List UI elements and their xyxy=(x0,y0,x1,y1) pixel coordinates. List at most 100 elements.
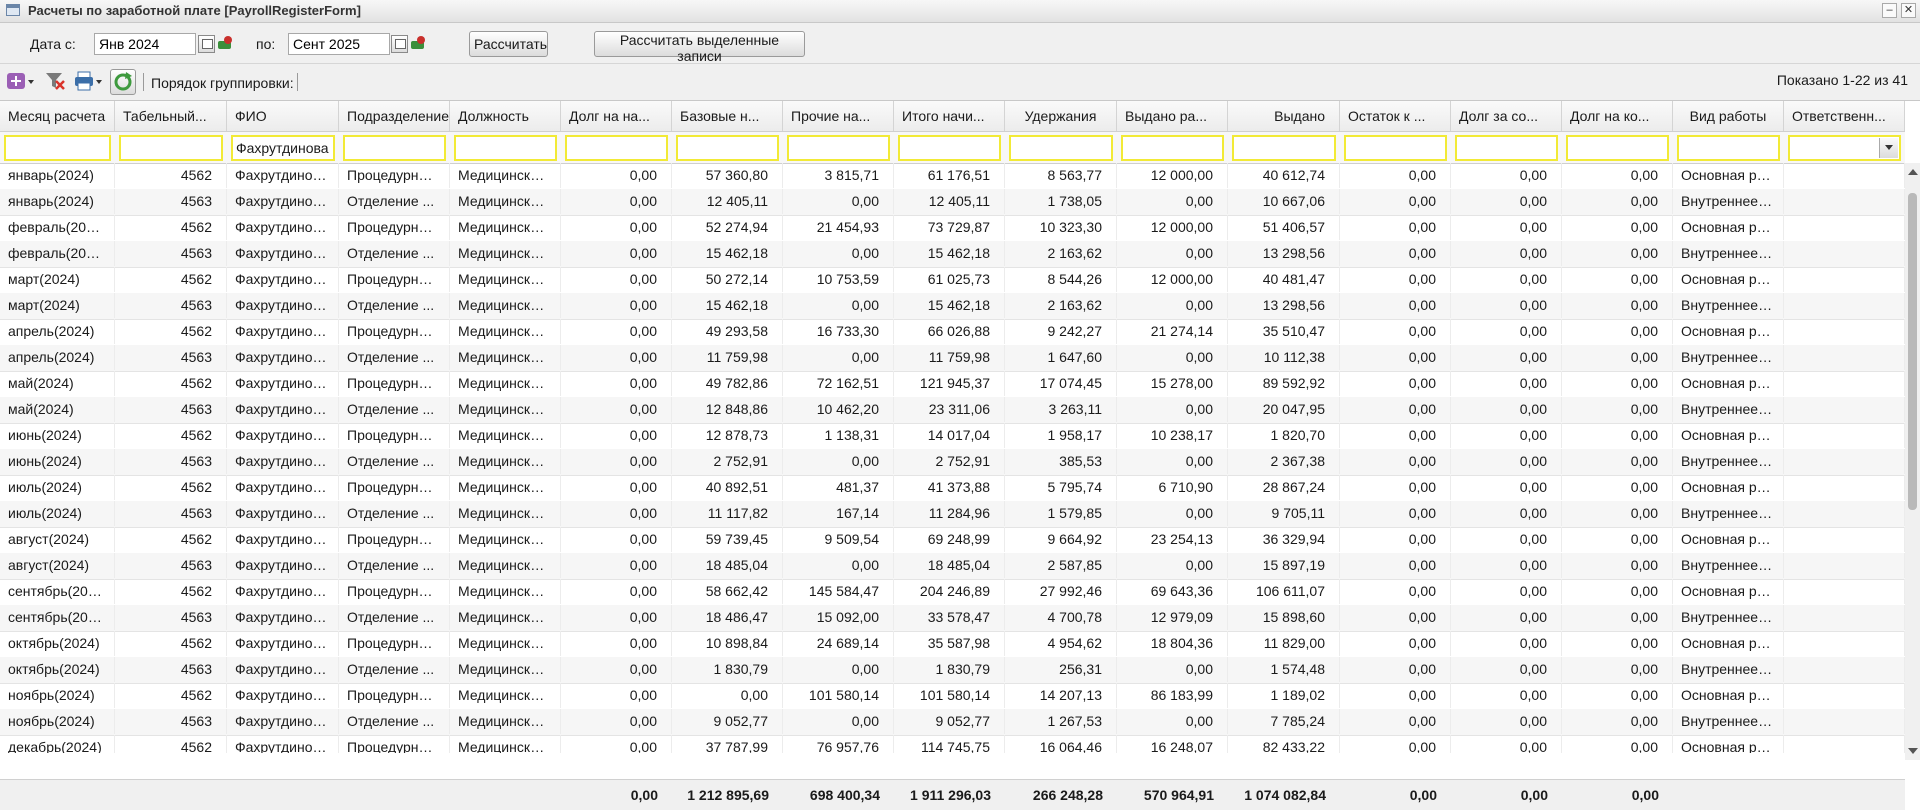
filter-input-debt-start[interactable] xyxy=(565,135,668,161)
date-from-input[interactable] xyxy=(94,33,196,55)
column-header-other-accruals[interactable]: Прочие на... xyxy=(783,101,894,131)
column-header-debt-end[interactable]: Долг на ко... xyxy=(1562,101,1673,131)
table-row[interactable]: январь(2024) 4563 Фахрутдинов... Отделение … xyxy=(0,189,1905,216)
cell-work-type: Внутреннее с... xyxy=(1673,189,1784,214)
table-row[interactable]: октябрь(2024) 4562 Фахрутдинов... Процедурн… xyxy=(0,631,1905,658)
date-to-input[interactable] xyxy=(288,33,390,55)
cell-debt-start: 0,00 xyxy=(561,657,672,682)
table-row[interactable]: июль(2024) 4562 Фахрутдинов... Процедурный.… xyxy=(0,475,1905,502)
clear-filter-icon[interactable] xyxy=(45,71,69,91)
table-row[interactable]: февраль(2024) 4563 Фахрутдинов... Отделение… xyxy=(0,241,1905,268)
column-header-debt-company[interactable]: Долг за со... xyxy=(1451,101,1562,131)
scroll-up-icon[interactable] xyxy=(1908,169,1918,175)
cell-position: Медицинская... xyxy=(450,215,561,240)
filter-input-other-accruals[interactable] xyxy=(787,135,890,161)
filter-input-fio[interactable]: Фахрутдинова xyxy=(231,135,335,161)
filter-input-debt-end[interactable] xyxy=(1566,135,1669,161)
table-row[interactable]: сентябрь(2024) 4563 Фахрутдинов... Отделени… xyxy=(0,605,1905,632)
table-row[interactable]: ноябрь(2024) 4562 Фахрутдинов... Процедурны… xyxy=(0,683,1905,710)
clear-date-icon[interactable] xyxy=(216,35,234,53)
filter-input-deductions[interactable] xyxy=(1009,135,1113,161)
filter-input-total-accruals[interactable] xyxy=(898,135,1001,161)
table-row[interactable]: январь(2024) 4562 Фахрутдинов... Процедурны… xyxy=(0,163,1905,190)
column-header-debt-start[interactable]: Долг на на... xyxy=(561,101,672,131)
add-menu-icon[interactable] xyxy=(6,71,34,91)
cell-paid: 15 897,19 xyxy=(1228,553,1340,578)
filter-input-debt-company[interactable] xyxy=(1455,135,1558,161)
dropdown-arrow-icon[interactable] xyxy=(1879,138,1898,158)
filter-input-department[interactable] xyxy=(343,135,446,161)
print-menu-icon[interactable] xyxy=(74,71,102,91)
table-row[interactable]: декабрь(2024) 4562 Фахрутдинов... Процедурн… xyxy=(0,735,1905,753)
refresh-icon[interactable] xyxy=(110,69,136,95)
cell-department: Процедурный... xyxy=(339,475,450,500)
filter-input-position[interactable] xyxy=(454,135,557,161)
filter-input-paid[interactable] xyxy=(1232,135,1336,161)
table-row[interactable]: июль(2024) 4563 Фахрутдинов... Отделение ..… xyxy=(0,501,1905,528)
table-row[interactable]: апрель(2024) 4563 Фахрутдинов... Отделение … xyxy=(0,345,1905,372)
cell-base-accruals: 2 752,91 xyxy=(672,449,783,474)
cell-paid-salary: 0,00 xyxy=(1117,657,1228,682)
cell-responsible xyxy=(1784,683,1905,708)
calendar-icon[interactable] xyxy=(198,35,215,53)
column-header-balance[interactable]: Остаток к ... xyxy=(1340,101,1451,131)
cell-paid: 40 612,74 xyxy=(1228,163,1340,188)
table-row[interactable]: март(2024) 4563 Фахрутдинов... Отделение ..… xyxy=(0,293,1905,320)
scroll-down-icon[interactable] xyxy=(1908,748,1918,754)
calculate-button[interactable]: Рассчитать xyxy=(469,31,548,57)
column-header-position[interactable]: Должность xyxy=(450,101,561,131)
filter-input-base-accruals[interactable] xyxy=(676,135,779,161)
table-row[interactable]: октябрь(2024) 4563 Фахрутдинов... Отделение… xyxy=(0,657,1905,684)
cell-base-accruals: 12 878,73 xyxy=(672,423,783,448)
cell-month: январь(2024) xyxy=(0,189,115,214)
total-other-accruals: 698 400,34 xyxy=(809,787,880,803)
table-row[interactable]: май(2024) 4563 Фахрутдинов... Отделение ...… xyxy=(0,397,1905,424)
column-header-tab-number[interactable]: Табельный... xyxy=(115,101,227,131)
column-header-deductions[interactable]: Удержания xyxy=(1005,101,1117,131)
column-header-fio[interactable]: ФИО xyxy=(227,101,339,131)
vertical-scrollbar[interactable] xyxy=(1905,163,1920,760)
table-row[interactable]: август(2024) 4563 Фахрутдинов... Отделение … xyxy=(0,553,1905,580)
filter-input-paid-salary[interactable] xyxy=(1121,135,1224,161)
cell-month: май(2024) xyxy=(0,371,115,396)
table-row[interactable]: июнь(2024) 4563 Фахрутдинов... Отделение ..… xyxy=(0,449,1905,476)
scrollbar-thumb[interactable] xyxy=(1908,193,1917,510)
filter-input-tab-number[interactable] xyxy=(119,135,223,161)
calculate-selected-button[interactable]: Рассчитать выделенные записи xyxy=(594,31,805,64)
cell-responsible xyxy=(1784,189,1905,214)
filter-input-balance[interactable] xyxy=(1344,135,1447,161)
cell-debt-end: 0,00 xyxy=(1562,215,1673,240)
cell-department: Отделение ... xyxy=(339,241,450,266)
calendar-icon[interactable] xyxy=(391,35,408,53)
column-header-responsible[interactable]: Ответственн... xyxy=(1784,101,1905,131)
filter-input-month[interactable] xyxy=(4,135,111,161)
column-header-department[interactable]: Подразделение xyxy=(339,101,450,131)
column-header-paid-salary[interactable]: Выдано ра... xyxy=(1117,101,1228,131)
table-row[interactable]: июнь(2024) 4562 Фахрутдинов... Процедурный.… xyxy=(0,423,1905,450)
cell-deductions: 2 163,62 xyxy=(1005,293,1117,318)
cell-paid-salary: 0,00 xyxy=(1117,241,1228,266)
clear-date-icon[interactable] xyxy=(409,35,427,53)
close-icon[interactable]: ✕ xyxy=(1901,3,1916,18)
column-header-base-accruals[interactable]: Базовые н... xyxy=(672,101,783,131)
filter-input-work-type[interactable] xyxy=(1677,135,1780,161)
table-row[interactable]: август(2024) 4562 Фахрутдинов... Процедурны… xyxy=(0,527,1905,554)
table-row[interactable]: апрель(2024) 4562 Фахрутдинов... Процедурны… xyxy=(0,319,1905,346)
table-row[interactable]: март(2024) 4562 Фахрутдинов... Процедурный.… xyxy=(0,267,1905,294)
cell-paid-salary: 12 000,00 xyxy=(1117,163,1228,188)
table-row[interactable]: май(2024) 4562 Фахрутдинов... Процедурный..… xyxy=(0,371,1905,398)
column-header-paid[interactable]: Выдано xyxy=(1228,101,1340,131)
filter-input-responsible[interactable] xyxy=(1788,135,1901,161)
cell-debt-company: 0,00 xyxy=(1451,501,1562,526)
table-row[interactable]: сентябрь(2024) 4562 Фахрутдинов... Процедур… xyxy=(0,579,1905,606)
column-header-work-type[interactable]: Вид работы xyxy=(1673,101,1784,131)
minimize-icon[interactable]: – xyxy=(1882,3,1897,18)
cell-deductions: 8 563,77 xyxy=(1005,163,1117,188)
column-header-total-accruals[interactable]: Итого начи... xyxy=(894,101,1005,131)
cell-paid-salary: 6 710,90 xyxy=(1117,475,1228,500)
cell-total-accruals: 35 587,98 xyxy=(894,631,1005,656)
column-header-month[interactable]: Месяц расчета xyxy=(0,101,115,131)
table-row[interactable]: ноябрь(2024) 4563 Фахрутдинов... Отделение … xyxy=(0,709,1905,736)
cell-department: Отделение ... xyxy=(339,397,450,422)
table-row[interactable]: февраль(2024) 4562 Фахрутдинов... Процедурн… xyxy=(0,215,1905,242)
